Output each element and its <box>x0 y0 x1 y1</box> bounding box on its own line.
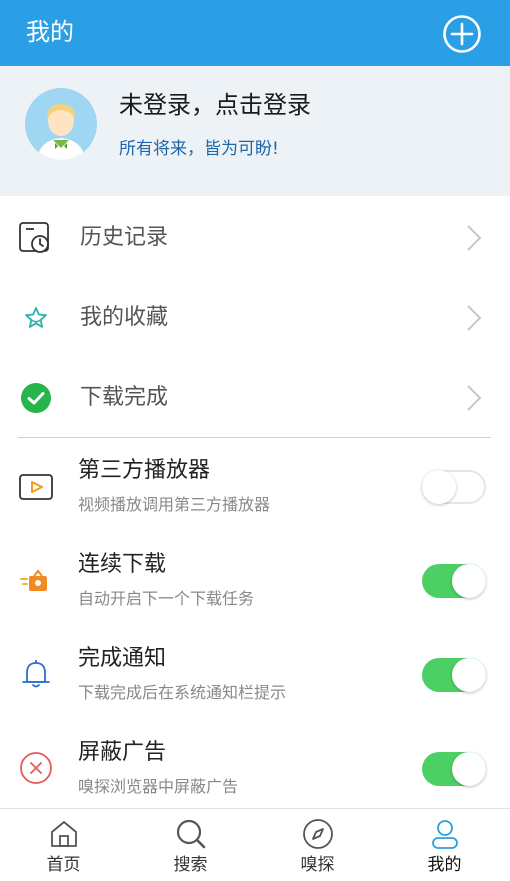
chevron-right-icon <box>467 385 482 411</box>
ad-block-desc: 嗅探浏览器中屏蔽广告 <box>78 777 239 796</box>
profile-motto: 所有将来，皆为可盼! <box>119 139 279 159</box>
user-avatar-icon[interactable] <box>25 88 97 160</box>
top-bar: 我的 <box>0 0 510 66</box>
third-party-player-title: 第三方播放器 <box>78 458 211 483</box>
compass-icon <box>303 819 333 849</box>
tab-profile-label: 我的 <box>427 855 462 875</box>
player-icon <box>19 474 53 500</box>
favorites-label: 我的收藏 <box>80 305 169 330</box>
downloaded-label: 下载完成 <box>80 385 169 410</box>
tab-sniff-label: 嗅探 <box>300 855 335 875</box>
tab-search[interactable]: 搜索 <box>127 809 254 881</box>
toggle-knob <box>452 564 486 598</box>
login-prompt[interactable]: 未登录，点击登录 <box>119 89 311 121</box>
bottom-tab-bar: 首页 搜索 嗅探 我的 <box>0 808 510 881</box>
download-box-icon <box>20 569 47 591</box>
favorites-row[interactable]: 我的收藏 <box>0 278 510 358</box>
page-title: 我的 <box>26 18 74 46</box>
plus-circle-icon[interactable] <box>442 14 482 54</box>
check-circle-icon <box>21 383 51 413</box>
completion-notice-desc: 下载完成后在系统通知栏提示 <box>78 683 287 702</box>
ad-block-title: 屏蔽广告 <box>78 740 167 765</box>
third-party-player-row: 第三方播放器 视频播放调用第三方播放器 <box>0 440 510 534</box>
tab-home[interactable]: 首页 <box>0 809 127 881</box>
toggle-knob <box>452 752 486 786</box>
history-row[interactable]: 历史记录 <box>0 198 510 278</box>
login-card[interactable]: 未登录，点击登录 所有将来，皆为可盼! <box>0 66 510 196</box>
third-party-player-toggle[interactable] <box>422 470 486 504</box>
profile-icon <box>432 820 458 849</box>
toggle-knob <box>422 470 456 504</box>
third-party-player-desc: 视频播放调用第三方播放器 <box>78 495 271 514</box>
star-icon <box>25 307 47 328</box>
tab-home-label: 首页 <box>46 855 81 875</box>
ad-block-row: 屏蔽广告 嗅探浏览器中屏蔽广告 <box>0 722 510 816</box>
bell-icon <box>22 660 50 688</box>
ad-block-toggle[interactable] <box>422 752 486 786</box>
search-icon <box>176 819 206 849</box>
continuous-download-desc: 自动开启下一个下载任务 <box>78 589 255 608</box>
continuous-download-toggle[interactable] <box>422 564 486 598</box>
downloaded-row[interactable]: 下载完成 <box>0 358 510 438</box>
continuous-download-title: 连续下载 <box>78 552 167 577</box>
tab-sniff[interactable]: 嗅探 <box>254 809 381 881</box>
completion-notice-row: 完成通知 下载完成后在系统通知栏提示 <box>0 628 510 722</box>
continuous-download-row: 连续下载 自动开启下一个下载任务 <box>0 534 510 628</box>
tab-profile[interactable]: 我的 <box>381 809 508 881</box>
block-icon <box>20 752 52 784</box>
tab-search-label: 搜索 <box>173 855 208 875</box>
home-icon <box>51 821 77 847</box>
completion-notice-title: 完成通知 <box>78 646 167 671</box>
toggle-knob <box>452 658 486 692</box>
section-divider <box>18 437 491 438</box>
chevron-right-icon <box>467 225 482 251</box>
history-icon <box>19 222 49 253</box>
history-label: 历史记录 <box>80 225 169 250</box>
chevron-right-icon <box>467 305 482 331</box>
completion-notice-toggle[interactable] <box>422 658 486 692</box>
